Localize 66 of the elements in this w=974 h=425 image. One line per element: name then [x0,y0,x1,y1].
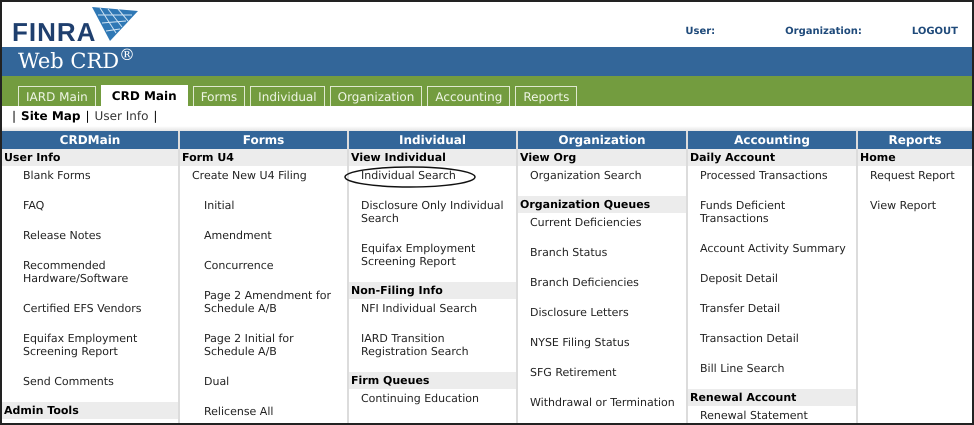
sitemap-link[interactable]: Account Activity Summary [700,242,846,255]
sitemap-link[interactable]: Certified EFS Vendors [23,302,142,315]
sitemap-link[interactable]: Deposit Detail [700,272,778,285]
section-heading: View Org [518,149,686,166]
sitemap-link[interactable]: Funds Deficient Transactions [700,199,852,225]
logo-text: FINRA [12,19,96,45]
sitemap-link[interactable]: Send Comments [23,375,114,388]
section-heading: User Info [2,149,178,166]
sitemap-link[interactable]: Current Deficiencies [530,216,642,229]
sitemap-link[interactable]: Equifax Employment Screening Report [361,242,512,268]
sitemap-link[interactable]: Processed Transactions [700,169,828,182]
sitemap-link[interactable]: Page 2 Amendment for Schedule A/B [204,289,343,315]
sitemap-link[interactable]: Blank Forms [23,169,91,182]
sitemap-link[interactable]: NFI Individual Search [361,302,478,315]
sitemap-link[interactable]: Request Report [870,169,955,182]
column-header: Organization [518,131,686,149]
sitemap-link[interactable]: Create New U4 Filing [192,169,307,182]
sitemap-link[interactable]: SFG Retirement [530,366,616,379]
sitemap-link[interactable]: Dual [204,375,230,388]
logout-link[interactable]: LOGOUT [912,24,958,39]
sitemap-link[interactable]: Branch Status [530,246,608,259]
section-heading: Daily Account [688,149,856,166]
sitemap-link[interactable]: Release Notes [23,229,102,242]
sitemap-link[interactable]: Bill Line Search [700,362,784,375]
column-header: CRDMain [2,131,178,149]
section-heading: Renewal Account [688,389,856,406]
sitemap-link[interactable]: FAQ [23,199,44,212]
user-label: User: [685,25,716,39]
sitemap-link[interactable]: Amendment [204,229,272,242]
column-header: Forms [180,131,347,149]
sitemap-link[interactable]: NYSE Filing Status [530,336,630,349]
section-heading: Admin Tools [2,402,178,419]
sitemap-link[interactable]: IARD Transition Registration Search [361,332,512,358]
separator-text: | [153,108,158,125]
sitemap-link[interactable]: Continuing Education [361,392,479,405]
separator-text: | [85,108,90,125]
column-header: Reports [858,131,972,149]
organization-label: Organization: [785,25,862,39]
sitemap-link[interactable]: Disclosure Only Individual Search [361,199,512,225]
sitemap-link[interactable]: Branch Deficiencies [530,276,639,289]
subnav-link[interactable]: User Info [94,107,148,125]
column-header: Accounting [688,131,856,149]
app-title: Web CRD$^{®}$ [18,51,135,72]
sitemap-link[interactable]: View Report [870,199,936,212]
section-heading: Non-Filing Info [349,282,516,299]
nav-tab[interactable]: CRD Main [100,85,188,106]
sitemap-link[interactable]: Initial [204,199,234,212]
sitemap-link[interactable]: Organization Search [530,169,642,182]
sitemap-link[interactable]: Transfer Detail [700,302,780,315]
sitemap-link[interactable]: Recommended Hardware/Software [23,259,174,285]
separator-text: | [12,108,16,125]
sitemap-link[interactable]: Transaction Detail [700,332,799,345]
subnav-link[interactable]: Site Map [21,107,80,125]
section-heading: Home [858,149,972,166]
section-heading: View Individual [349,149,516,166]
column-header: Individual [349,131,516,149]
section-heading: Form U4 [180,149,347,166]
sitemap-link[interactable]: Relicense All [204,405,274,418]
sitemap-link[interactable]: Renewal Statement [700,409,808,422]
sitemap-link[interactable]: Disclosure Letters [530,306,629,319]
section-heading: Organization Queues [518,196,686,213]
sitemap-link[interactable]: Withdrawal or Termination [530,396,675,409]
sitemap-link[interactable]: Page 2 Initial for Schedule A/B [204,332,343,358]
section-heading: Firm Queues [349,372,516,389]
sitemap-link[interactable]: Equifax Employment Screening Report [23,332,174,358]
sitemap-link[interactable]: Concurrence [204,259,274,272]
